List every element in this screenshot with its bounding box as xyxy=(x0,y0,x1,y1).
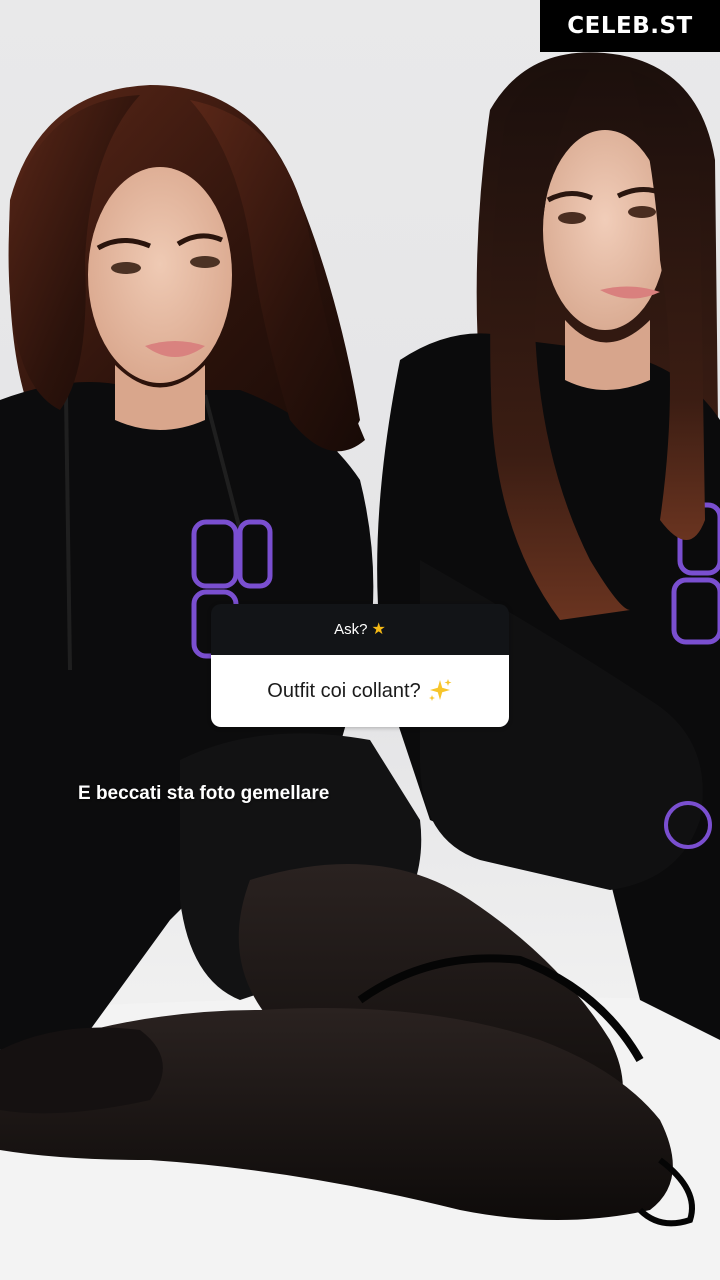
question-answer-text: Outfit coi collant? xyxy=(267,679,421,702)
question-sticker-header: Ask? ★ xyxy=(211,604,509,655)
story-view[interactable]: CELEB.ST Ask? ★ Outfit coi collant? E be… xyxy=(0,0,720,1280)
celeb-watermark: CELEB.ST xyxy=(540,0,720,52)
story-caption: E beccati sta foto gemellare xyxy=(78,783,330,804)
question-sticker-label: Ask? xyxy=(334,621,368,638)
star-icon: ★ xyxy=(371,620,386,638)
question-sticker[interactable]: Ask? ★ Outfit coi collant? xyxy=(211,604,509,727)
question-sticker-answer: Outfit coi collant? xyxy=(211,655,509,727)
watermark-text: CELEB.ST xyxy=(567,13,693,39)
sparkles-icon xyxy=(428,679,452,701)
